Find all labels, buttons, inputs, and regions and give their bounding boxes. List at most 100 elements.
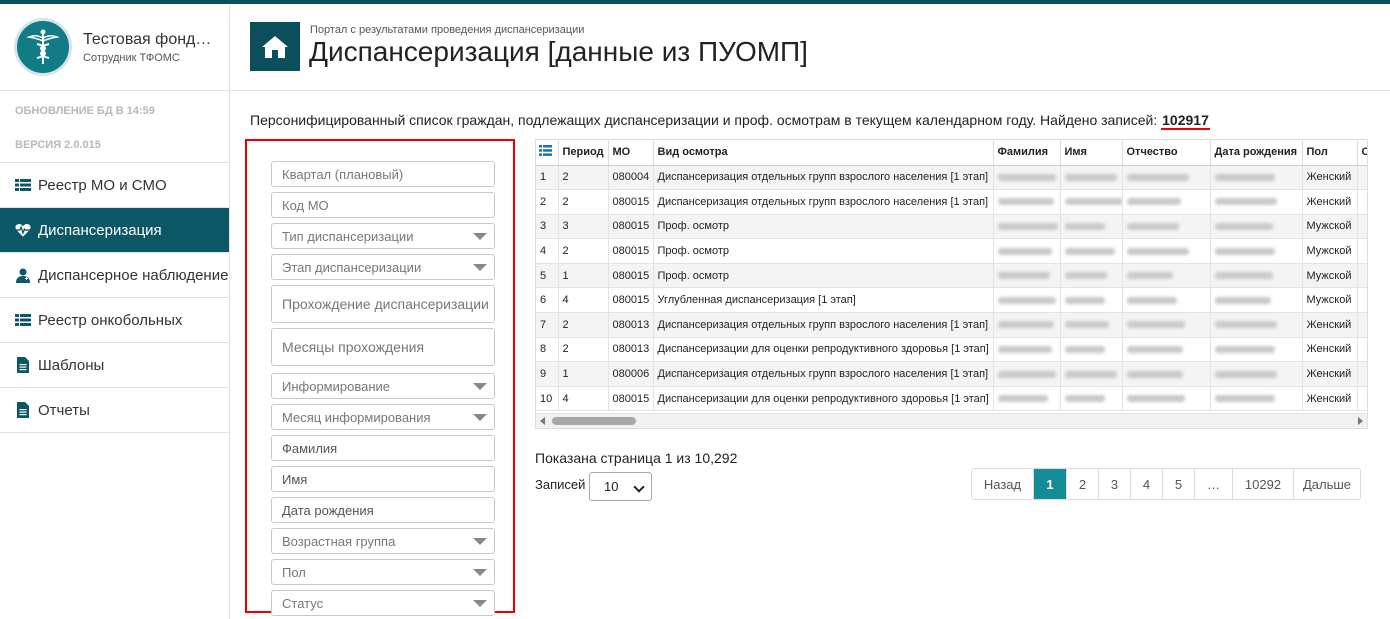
- sidebar-item-dispanserization[interactable]: Диспансеризация: [0, 208, 229, 253]
- next-page-button[interactable]: Дальше: [1294, 469, 1360, 499]
- page-button[interactable]: 1: [1034, 469, 1067, 499]
- brand[interactable]: Тестовая фонд… Сотрудник ТФОМС: [0, 4, 229, 91]
- sidebar-item-oncology[interactable]: Реестр онкобольных: [0, 298, 229, 343]
- table-row[interactable]: 1 2 080004 Диспансеризация отдельных групп …: [536, 165, 1367, 191]
- cell-truncated: [1357, 214, 1367, 240]
- redacted-text: [1064, 272, 1107, 280]
- sidebar-item-reports[interactable]: Отчеты: [0, 388, 229, 433]
- row-number: 8: [536, 337, 559, 363]
- page-button[interactable]: 10292: [1233, 469, 1294, 499]
- table-row[interactable]: 10 4 080015 Диспансеризации для оценки репр…: [536, 386, 1367, 412]
- per-page-select[interactable]: 10: [589, 472, 652, 501]
- completion-select[interactable]: Прохождение диспансеризации: [271, 285, 495, 323]
- name-input[interactable]: Имя: [271, 466, 495, 492]
- scroll-left-icon[interactable]: [540, 417, 545, 425]
- cell-sex: Женский: [1302, 189, 1358, 215]
- page-button[interactable]: 5: [1163, 469, 1195, 499]
- redacted-text: [997, 395, 1048, 403]
- name-placeholder: Имя: [282, 471, 308, 487]
- cell-mo: 080015: [608, 214, 654, 240]
- row-number: 5: [536, 263, 559, 289]
- quarter-input[interactable]: Квартал (плановый): [271, 161, 495, 187]
- quarter-placeholder: Квартал (плановый): [282, 166, 404, 182]
- cell-sex: Женский: [1302, 361, 1358, 387]
- page-button[interactable]: 4: [1131, 469, 1163, 499]
- cell-truncated: [1357, 337, 1367, 363]
- table-row[interactable]: 2 2 080015 Диспансеризация отдельных групп …: [536, 189, 1367, 215]
- scroll-right-icon[interactable]: [1358, 417, 1363, 425]
- table-row[interactable]: 8 2 080013 Диспансеризации для оценки репро…: [536, 337, 1367, 363]
- cell-mo: 080015: [608, 386, 654, 412]
- column-header[interactable]: С: [1357, 140, 1367, 166]
- column-header[interactable]: Фамилия: [993, 140, 1061, 166]
- informing-select[interactable]: Информирование: [271, 373, 495, 399]
- redacted-text: [1126, 296, 1177, 304]
- age-group-select[interactable]: Возрастная группа: [271, 528, 495, 554]
- type-select[interactable]: Тип диспансеризации: [271, 223, 495, 249]
- row-number: 1: [536, 165, 559, 191]
- cell-period: 4: [558, 287, 609, 314]
- column-header[interactable]: Период: [558, 140, 609, 166]
- type-placeholder: Тип диспансеризации: [282, 228, 414, 244]
- inform-month-select[interactable]: Месяц информирования: [271, 404, 495, 430]
- cell-patronymic-redacted: [1122, 287, 1211, 314]
- cell-patronymic-redacted: [1122, 238, 1211, 264]
- redacted-text: [1064, 223, 1105, 231]
- mo-code-input[interactable]: Код МО: [271, 192, 495, 218]
- cell-mo: 080015: [608, 263, 654, 289]
- table-row[interactable]: 3 3 080015 Проф. осмотр Мужской: [536, 214, 1367, 240]
- informing-placeholder: Информирование: [282, 378, 390, 394]
- row-number: 2: [536, 189, 559, 215]
- cell-sex: Мужской: [1302, 263, 1358, 289]
- cell-patronymic-redacted: [1122, 165, 1211, 191]
- scroll-thumb[interactable]: [552, 417, 636, 425]
- cell-name-redacted: [1060, 165, 1123, 191]
- cell-truncated: [1357, 238, 1367, 264]
- redacted-text: [997, 370, 1056, 378]
- redacted-text: [1214, 321, 1277, 329]
- surname-input[interactable]: Фамилия: [271, 435, 495, 461]
- home-icon[interactable]: [250, 22, 300, 71]
- redacted-text: [997, 247, 1052, 255]
- column-header[interactable]: Вид осмотра: [653, 140, 994, 166]
- column-header[interactable]: Имя: [1060, 140, 1123, 166]
- table-row[interactable]: 5 1 080015 Проф. осмотр Мужской: [536, 263, 1367, 289]
- list-icon: [15, 177, 31, 193]
- status-select[interactable]: Статус: [271, 590, 495, 616]
- column-toggle-icon[interactable]: [536, 140, 559, 166]
- cell-truncated: [1357, 312, 1367, 338]
- birthdate-input[interactable]: Дата рождения: [271, 497, 495, 523]
- cell-surname-redacted: [993, 312, 1061, 338]
- prev-page-button[interactable]: Назад: [972, 469, 1034, 499]
- column-header[interactable]: Дата рождения: [1210, 140, 1303, 166]
- brand-title: Тестовая фонд…: [83, 30, 212, 48]
- column-header[interactable]: Пол: [1302, 140, 1358, 166]
- sidebar-item-observation[interactable]: Диспансерное наблюдение: [0, 253, 229, 298]
- page-button[interactable]: 2: [1067, 469, 1099, 499]
- redacted-text: [1214, 198, 1277, 206]
- sex-select[interactable]: Пол: [271, 559, 495, 585]
- sidebar-item-templates[interactable]: Шаблоны: [0, 343, 229, 388]
- page-button[interactable]: 3: [1099, 469, 1131, 499]
- table-row[interactable]: 7 2 080013 Диспансеризация отдельных групп …: [536, 312, 1367, 338]
- table-row[interactable]: 4 2 080015 Проф. осмотр Мужской: [536, 238, 1367, 264]
- table-row[interactable]: 9 1 080006 Диспансеризация отдельных групп …: [536, 361, 1367, 387]
- cell-birthdate-redacted: [1210, 189, 1303, 215]
- cell-name-redacted: [1060, 189, 1123, 215]
- breadcrumb: Портал с результатами проведения диспанс…: [310, 24, 585, 36]
- months-select[interactable]: Месяцы прохождения: [271, 328, 495, 366]
- sidebar-item-registry-mo[interactable]: Реестр МО и СМО: [0, 163, 229, 208]
- column-header[interactable]: Отчество: [1122, 140, 1211, 166]
- age-group-placeholder: Возрастная группа: [282, 533, 396, 549]
- stage-select[interactable]: Этап диспансеризации: [271, 254, 495, 280]
- column-header[interactable]: МО: [608, 140, 654, 166]
- cell-exam-type: Проф. осмотр: [653, 214, 994, 240]
- cell-mo: 080013: [608, 312, 654, 338]
- cell-sex: Женский: [1302, 386, 1358, 412]
- cell-exam-type: Диспансеризации для оценки репродуктивно…: [653, 386, 994, 412]
- horizontal-scrollbar[interactable]: [536, 413, 1367, 428]
- cell-period: 2: [558, 238, 609, 264]
- table-row[interactable]: 6 4 080015 Углубленная диспансеризация [1 э…: [536, 287, 1367, 314]
- cell-name-redacted: [1060, 386, 1123, 412]
- cell-truncated: [1357, 165, 1367, 191]
